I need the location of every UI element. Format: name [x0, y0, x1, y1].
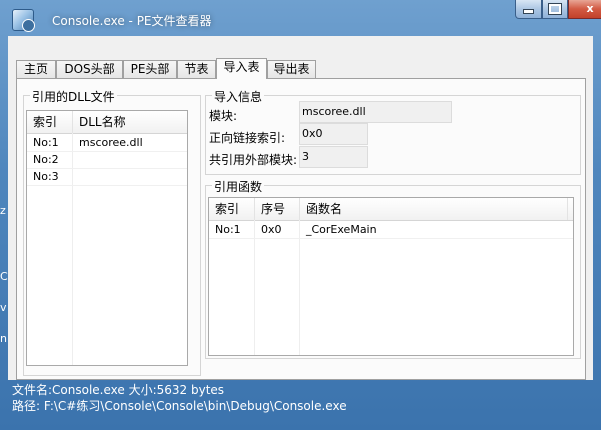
grid-line [254, 220, 255, 355]
table-row[interactable]: No:2 [27, 151, 187, 169]
column-header-index[interactable]: 索引 [27, 111, 73, 133]
client-area: 主页 DOS头部 PE头部 节表 导入表 导出表 引用的DLL文件 索引 DLL… [8, 36, 593, 380]
tab-export-table[interactable]: 导出表 [267, 60, 316, 78]
file-path-text: 路径: F:\C#练习\Console\Console\bin\Debug\Co… [12, 399, 347, 413]
column-header-index[interactable]: 索引 [209, 198, 255, 220]
cell-function-name: _CorExeMain [306, 223, 377, 236]
cell-index: No:2 [33, 153, 59, 166]
module-count-label: 共引用外部模块: [209, 153, 298, 167]
file-info-text: 文件名:Console.exe 大小:5632 bytes [12, 383, 225, 397]
functions-list[interactable]: 索引 序号 函数名 No:1 0x0 _CorExeMain [208, 197, 574, 356]
tab-pe-header[interactable]: PE头部 [123, 60, 177, 78]
cell-index: No:1 [215, 223, 241, 236]
column-header-dll-name[interactable]: DLL名称 [73, 111, 187, 133]
app-icon [12, 9, 35, 32]
module-field[interactable]: mscoree.dll [299, 101, 452, 123]
tab-dos-header[interactable]: DOS头部 [56, 60, 123, 78]
maximize-icon [548, 3, 562, 15]
minimize-icon [523, 9, 534, 14]
background-fragment: v [0, 301, 7, 314]
tab-section-table[interactable]: 节表 [177, 60, 216, 78]
module-label: 模块: [209, 109, 238, 123]
background-fragment: C [0, 270, 8, 283]
import-info-caption: 导入信息 [212, 88, 265, 105]
functions-list-header: 索引 序号 函数名 [209, 198, 573, 221]
cell-index: No:1 [33, 136, 59, 149]
import-table-page: 引用的DLL文件 索引 DLL名称 No:1 mscoree.dll No:2 … [16, 78, 586, 380]
minimize-button[interactable] [515, 0, 542, 19]
table-row[interactable]: No:1 mscoree.dll [27, 134, 187, 152]
tab-import-table[interactable]: 导入表 [216, 58, 267, 79]
dll-group-caption: 引用的DLL文件 [30, 88, 117, 105]
close-icon: x [586, 2, 594, 15]
functions-group: 引用函数 索引 序号 函数名 No:1 0x0 _CorExeMain [205, 178, 581, 359]
forward-index-field[interactable]: 0x0 [299, 123, 368, 145]
dll-list[interactable]: 索引 DLL名称 No:1 mscoree.dll No:2 No:3 [26, 110, 188, 366]
grid-line [299, 220, 300, 355]
cell-index: No:3 [33, 170, 59, 183]
cell-ordinal: 0x0 [261, 223, 282, 236]
maximize-button[interactable] [542, 0, 568, 19]
functions-caption: 引用函数 [212, 178, 265, 195]
title-bar[interactable]: Console.exe - PE文件查看器 x [0, 0, 601, 36]
background-fragment: z [0, 204, 6, 217]
table-row[interactable]: No:1 0x0 _CorExeMain [209, 221, 573, 239]
cell-dll-name: mscoree.dll [79, 136, 143, 149]
window-title: Console.exe - PE文件查看器 [52, 14, 212, 28]
table-row[interactable]: No:3 [27, 168, 187, 186]
tab-home[interactable]: 主页 [16, 60, 56, 78]
column-header-function-name[interactable]: 函数名 [300, 198, 568, 220]
import-info-group: 导入信息 模块: mscoree.dll 正向链接索引: 0x0 共引用外部模块… [205, 88, 581, 175]
background-fragment: n [0, 332, 7, 345]
dll-list-header: 索引 DLL名称 [27, 111, 187, 134]
forward-index-label: 正向链接索引: [209, 131, 286, 145]
column-header-ordinal[interactable]: 序号 [255, 198, 300, 220]
module-count-field[interactable]: 3 [299, 146, 368, 168]
close-button[interactable]: x [568, 0, 601, 19]
dll-group: 引用的DLL文件 索引 DLL名称 No:1 mscoree.dll No:2 … [23, 88, 201, 376]
